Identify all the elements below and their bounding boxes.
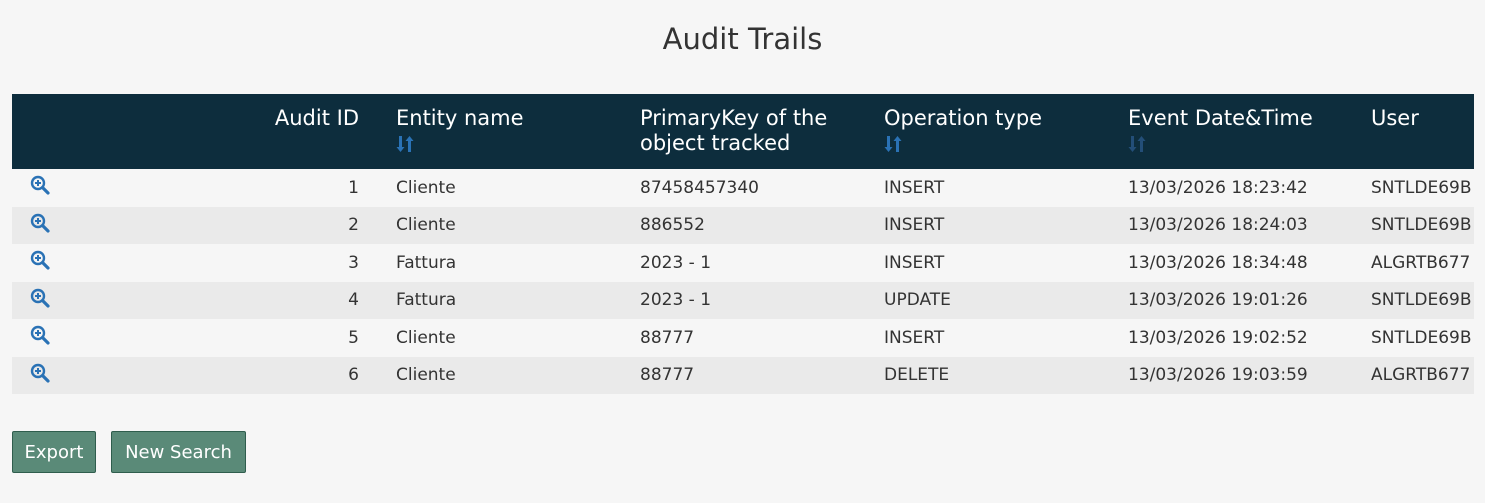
- sort-icon[interactable]: [396, 134, 416, 154]
- cell-event-datetime: 13/03/2026 18:34:48: [1128, 252, 1308, 273]
- new-search-button[interactable]: New Search: [111, 431, 246, 473]
- table-row: 3 Fattura 2023 - 1 INSERT 13/03/2026 18:…: [12, 244, 1474, 282]
- cell-audit-id: 2: [348, 215, 359, 236]
- cell-user: SNTLDE69B: [1371, 290, 1472, 311]
- cell-primary-key: 88777: [640, 365, 695, 386]
- cell-primary-key: 87458457340: [640, 177, 759, 198]
- cell-operation-type: INSERT: [884, 177, 945, 198]
- audit-table: Audit ID Entity name PrimaryKey of the o…: [12, 94, 1474, 394]
- zoom-in-icon[interactable]: [30, 213, 50, 233]
- cell-user: SNTLDE69B: [1371, 327, 1472, 348]
- cell-event-datetime: 13/03/2026 18:23:42: [1128, 177, 1308, 198]
- column-header-audit-id[interactable]: Audit ID: [98, 94, 384, 169]
- column-header-label: User: [1371, 106, 1419, 130]
- column-header-label: Operation type: [884, 106, 1043, 130]
- cell-event-datetime: 13/03/2026 19:02:52: [1128, 327, 1308, 348]
- sort-icon[interactable]: [884, 134, 904, 154]
- cell-operation-type: DELETE: [884, 365, 950, 386]
- table-row: 2 Cliente 886552 INSERT 13/03/2026 18:24…: [12, 206, 1474, 245]
- column-header-entity-name[interactable]: Entity name: [384, 94, 628, 169]
- cell-user: ALGRTB677: [1371, 252, 1471, 273]
- cell-operation-type: INSERT: [884, 327, 945, 348]
- column-header-operation-type[interactable]: Operation type: [872, 94, 1116, 169]
- table-row: 4 Fattura 2023 - 1 UPDATE 13/03/2026 19:…: [12, 281, 1474, 320]
- cell-audit-id: 1: [348, 177, 359, 198]
- cell-user: SNTLDE69B: [1371, 215, 1472, 236]
- cell-primary-key: 2023 - 1: [640, 252, 712, 273]
- zoom-in-icon[interactable]: [30, 363, 50, 383]
- cell-entity-name: Cliente: [396, 365, 456, 386]
- table-row: 5 Cliente 88777 INSERT 13/03/2026 19:02:…: [12, 319, 1474, 357]
- table-row: 6 Cliente 88777 DELETE 13/03/2026 19:03:…: [12, 356, 1474, 395]
- cell-event-datetime: 13/03/2026 18:24:03: [1128, 215, 1308, 236]
- cell-audit-id: 5: [348, 327, 359, 348]
- cell-user: ALGRTB677: [1371, 365, 1471, 386]
- zoom-in-icon[interactable]: [30, 250, 50, 270]
- column-header-label: Event Date&Time: [1128, 106, 1313, 130]
- cell-primary-key: 2023 - 1: [640, 290, 712, 311]
- cell-primary-key: 88777: [640, 327, 695, 348]
- header-row: Audit ID Entity name PrimaryKey of the o…: [12, 94, 1474, 169]
- cell-entity-name: Cliente: [396, 215, 456, 236]
- row-action-cell: [12, 207, 98, 245]
- cell-audit-id: 3: [348, 252, 359, 273]
- row-action-cell: [12, 319, 98, 357]
- page-title: Audit Trails: [662, 22, 823, 56]
- zoom-in-icon[interactable]: [30, 288, 50, 308]
- row-action-cell: [12, 282, 98, 320]
- column-header-label: Entity name: [396, 106, 524, 130]
- cell-user: SNTLDE69B: [1371, 177, 1472, 198]
- column-header-label: Audit ID: [274, 106, 359, 130]
- cell-operation-type: INSERT: [884, 215, 945, 236]
- cell-audit-id: 4: [348, 290, 359, 311]
- row-action-cell: [12, 169, 98, 207]
- cell-event-datetime: 13/03/2026 19:03:59: [1128, 365, 1308, 386]
- sort-icon[interactable]: [1128, 134, 1148, 154]
- zoom-in-icon[interactable]: [30, 325, 50, 345]
- cell-operation-type: UPDATE: [884, 290, 951, 311]
- table-header: Audit ID Entity name PrimaryKey of the o…: [12, 94, 1474, 169]
- cell-audit-id: 6: [348, 365, 359, 386]
- zoom-in-icon[interactable]: [30, 175, 50, 195]
- table-body: 1 Cliente 87458457340 INSERT 13/03/2026 …: [12, 169, 1474, 394]
- cell-primary-key: 886552: [640, 215, 705, 236]
- cell-entity-name: Cliente: [396, 177, 456, 198]
- column-header-action: [12, 94, 98, 169]
- cell-operation-type: INSERT: [884, 252, 945, 273]
- cell-entity-name: Cliente: [396, 327, 456, 348]
- audit-trails-page: Audit Trails Audit ID Entity name Primar…: [0, 0, 1485, 503]
- column-header-user: User: [1359, 94, 1474, 169]
- column-header-event-datetime[interactable]: Event Date&Time: [1116, 94, 1359, 169]
- table-row: 1 Cliente 87458457340 INSERT 13/03/2026 …: [12, 169, 1474, 207]
- cell-event-datetime: 13/03/2026 19:01:26: [1128, 290, 1308, 311]
- column-header-primary-key: PrimaryKey of the object tracked: [628, 94, 872, 169]
- row-action-cell: [12, 357, 98, 395]
- column-header-label: PrimaryKey of the object tracked: [640, 106, 828, 155]
- cell-entity-name: Fattura: [396, 290, 457, 311]
- export-button[interactable]: Export: [12, 431, 96, 473]
- cell-entity-name: Fattura: [396, 252, 457, 273]
- row-action-cell: [12, 244, 98, 282]
